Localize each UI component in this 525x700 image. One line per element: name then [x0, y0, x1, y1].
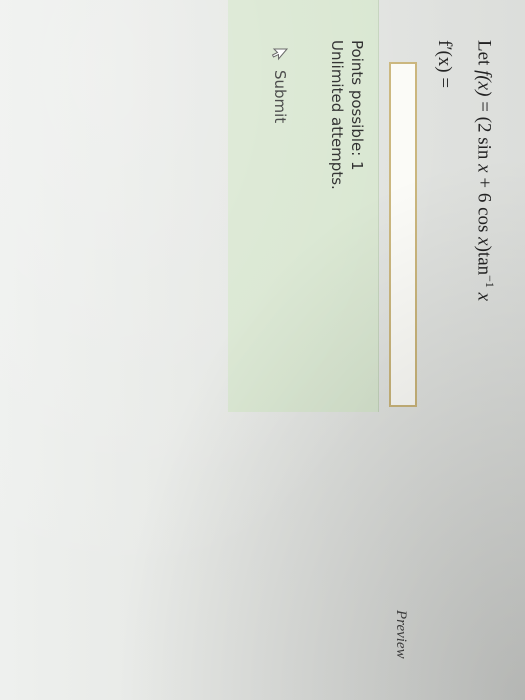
question-part: )tan [473, 245, 495, 276]
info-panel: Points possible: 1 Unlimited attempts. [228, 0, 379, 412]
derivative-label: f′(x) = [434, 40, 455, 89]
points-possible: Points possible: 1 [348, 40, 366, 171]
rotated-page: Let f(x) = (2 sin x + 6 cos x)tan−1 x f′… [0, 0, 525, 700]
cursor-icon [271, 48, 289, 61]
question-part: + 6 cos [473, 172, 495, 238]
question-part: = (2 sin [473, 96, 495, 165]
variable-x: x [473, 287, 495, 302]
variable-x: x [473, 237, 495, 246]
preview-button[interactable]: Preview [392, 610, 409, 659]
answer-input[interactable] [389, 62, 417, 407]
exponent: −1 [483, 275, 497, 288]
attempts-text: Unlimited attempts. [328, 40, 346, 190]
function-name: f(x) [473, 70, 495, 97]
submit-button[interactable]: Submit [271, 70, 289, 123]
variable-x: x [473, 164, 495, 173]
question-prefix: Let [473, 40, 495, 71]
question-text: Let f(x) = (2 sin x + 6 cos x)tan−1 x [473, 40, 497, 301]
